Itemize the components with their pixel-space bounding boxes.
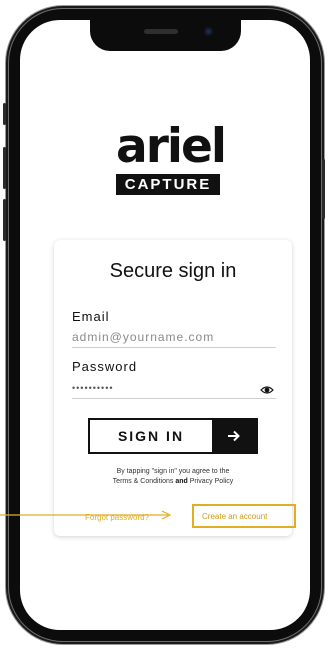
- brand-logo: ariel CAPTURE: [116, 119, 227, 195]
- sign-in-label: SIGN IN: [117, 428, 185, 444]
- callout-arrow: [0, 510, 172, 520]
- side-button-power: [322, 159, 325, 219]
- speaker-grille: [144, 29, 178, 34]
- eye-icon[interactable]: [260, 383, 274, 397]
- brand-name: ariel: [116, 119, 227, 174]
- privacy-link[interactable]: Privacy Policy: [190, 478, 234, 485]
- password-field[interactable]: [72, 378, 276, 399]
- sign-in-button[interactable]: SIGN IN: [88, 418, 258, 454]
- phone-screen: ariel CAPTURE Secure sign in Email Passw…: [20, 20, 310, 630]
- terms-notice: By tapping "sign in" you agree to the Te…: [64, 467, 282, 487]
- signin-title: Secure sign in: [109, 260, 237, 282]
- side-button-mute: [3, 103, 6, 125]
- terms-and: and: [175, 478, 188, 485]
- arrow-right-icon: [212, 420, 256, 452]
- side-button-volume-up: [3, 147, 6, 189]
- password-label: Password: [72, 359, 138, 374]
- email-label: Email: [72, 309, 110, 324]
- signin-card: Secure sign in Email Password SIGN IN By…: [54, 240, 296, 536]
- terms-link[interactable]: Terms & Conditions: [113, 478, 174, 485]
- terms-text: By tapping "sign in" you agree to the: [116, 468, 230, 475]
- camera-icon: [204, 27, 213, 36]
- email-field[interactable]: [72, 327, 276, 348]
- side-button-volume-down: [3, 199, 6, 241]
- notch: [90, 20, 241, 51]
- brand-product: CAPTURE: [116, 174, 220, 195]
